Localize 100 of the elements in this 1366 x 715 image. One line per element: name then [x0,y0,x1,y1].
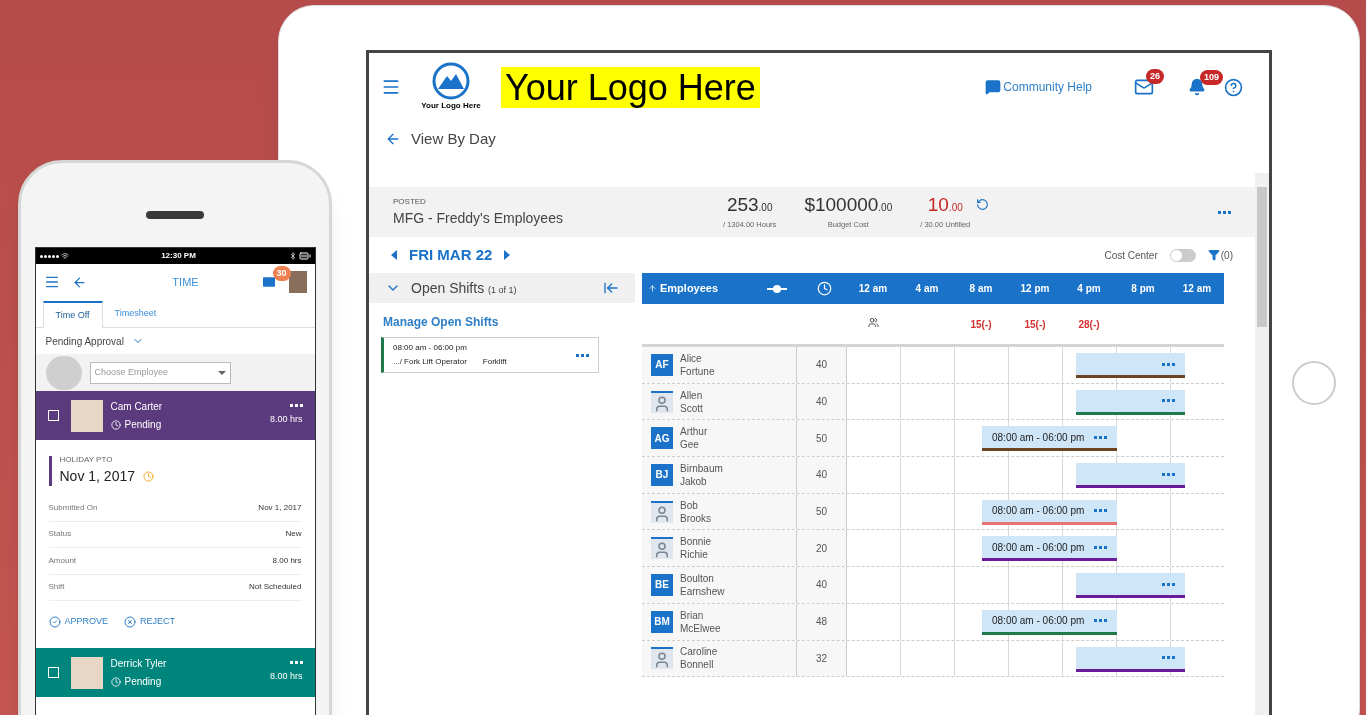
shift-bar[interactable]: 08:00 am - 06:00 pm [982,499,1117,525]
bluetooth-icon [288,252,297,260]
first-name: Bob [680,498,699,512]
reject-button[interactable]: REJECT [124,615,176,629]
previous-icon[interactable] [391,250,397,260]
approve-button[interactable]: APPROVE [48,615,108,629]
field-label: Amount [48,554,77,567]
first-name: Allen [680,388,703,402]
next-icon[interactable] [504,250,511,260]
more-icon[interactable] [1094,619,1107,623]
back-icon[interactable] [71,274,87,290]
time-icon[interactable] [816,281,832,296]
menu-icon[interactable] [381,77,401,97]
more-icon[interactable] [1162,656,1175,659]
hour-label: 4 am [914,282,940,296]
first-name: Alice [680,351,703,365]
refresh-icon[interactable] [976,197,990,211]
more-icon[interactable] [1094,435,1107,439]
tab[interactable]: Time Off [42,301,103,328]
cost-center-toggle[interactable] [1169,248,1196,262]
battery-icon [298,250,311,262]
filter-icon[interactable] [1207,249,1220,261]
more-icon[interactable] [1094,509,1107,513]
hour-label: 8 am [968,282,994,296]
menu-icon[interactable] [43,274,60,290]
shift-bar[interactable] [1076,389,1185,415]
shift-bar[interactable]: 08:00 am - 06:00 pm [982,536,1117,562]
field-value: New [285,528,302,541]
hours-cell-text: 40 [815,468,828,483]
checkbox[interactable] [47,667,59,678]
scrollbar[interactable] [1255,173,1269,715]
collapse-icon[interactable] [603,280,619,296]
hours-text: 8.00 hrs [269,413,303,427]
more-icon[interactable] [1162,472,1175,476]
hour-label: 12 am [1181,282,1213,296]
x-circle-icon [124,615,136,628]
shift-bar[interactable] [1076,573,1185,599]
coverage-count: 28(-) [1077,317,1101,332]
hours-cell-text: 20 [815,541,828,556]
filter-dropdown[interactable]: Pending Approval [35,328,315,354]
hours-cell-text: 40 [815,395,828,410]
request-card[interactable]: Cam Carter Pending 8.00 hrs [35,391,315,440]
hours-text: 8.00 hrs [269,670,303,684]
clock-icon [110,676,121,687]
screen-title: TIME [171,274,200,290]
request-type: HOLIDAY PTO [59,454,114,466]
status-text: Pending [124,418,162,432]
sort-employees[interactable]: Employees [642,280,752,297]
more-icon[interactable] [289,661,303,665]
field-value: Nov 1, 2017 [258,501,302,514]
shift-bar[interactable]: 08:00 am - 06:00 pm [982,426,1117,452]
notifications-icon[interactable] [1188,78,1206,96]
status-label: POSTED [393,195,427,208]
phone-speaker [146,211,204,219]
status-text: Pending [124,675,162,689]
filter-count: (0) [1220,248,1233,263]
more-icon[interactable] [1162,399,1175,403]
more-icon[interactable] [289,404,303,408]
group-name: MFG - Freddy's Employees [393,208,564,228]
help-icon[interactable] [1224,77,1243,97]
shift-bar[interactable] [1076,463,1185,489]
more-icon[interactable] [1094,545,1107,549]
shift-bar[interactable] [1076,353,1185,378]
hours-cell-text: 32 [815,651,828,666]
community-help-link[interactable]: Community Help [1003,78,1092,96]
checkbox[interactable] [47,410,59,421]
first-name: Arthur [680,425,708,439]
last-name: Jakob [680,474,708,488]
shift-bar[interactable]: 08:00 am - 06:00 pm [982,609,1117,635]
open-shift-card[interactable]: 08:00 am - 06:00 pm .../ Fork Lift Operator Forklift [381,337,599,373]
shift-bar[interactable] [1076,646,1185,672]
accent-bar [48,456,52,486]
field-value: 8.00 hrs [272,554,302,567]
hours-cell-text: 50 [815,431,828,446]
back-icon[interactable] [385,131,401,147]
first-name: Bonnie [680,535,712,549]
field-label: Status [48,528,72,541]
more-icon[interactable] [1162,582,1175,586]
open-shifts-header[interactable]: Open Shifts (1 of 1) [369,273,635,303]
last-name: McElwee [680,621,721,635]
section-title: Open Shifts (1 of 1) [411,278,517,298]
tab[interactable]: Timesheet [102,300,169,327]
people-icon [867,316,879,328]
employee-name: Cam Carter [110,400,164,414]
more-icon[interactable] [576,353,589,357]
field-value: Not Scheduled [249,581,302,594]
more-icon[interactable] [1218,210,1231,214]
shift-time: 08:00 am - 06:00 pm [393,342,468,354]
count-badge: 26 [1146,69,1164,84]
stat-value: $100000.00 [804,193,893,217]
request-card[interactable]: Derrick Tyler Pending 8.00 hrs [35,648,315,697]
shift-time: 08:00 am - 06:00 pm [992,540,1085,555]
last-name: Earnshew [680,584,725,598]
last-name: Brooks [680,511,712,525]
clock-icon [110,419,121,430]
last-name: Fortune [680,364,715,378]
clock-icon [143,471,154,482]
more-icon[interactable] [1162,362,1175,366]
initials-avatar: BE [651,573,673,596]
manage-open-shifts-link[interactable]: Manage Open Shifts [383,313,499,331]
